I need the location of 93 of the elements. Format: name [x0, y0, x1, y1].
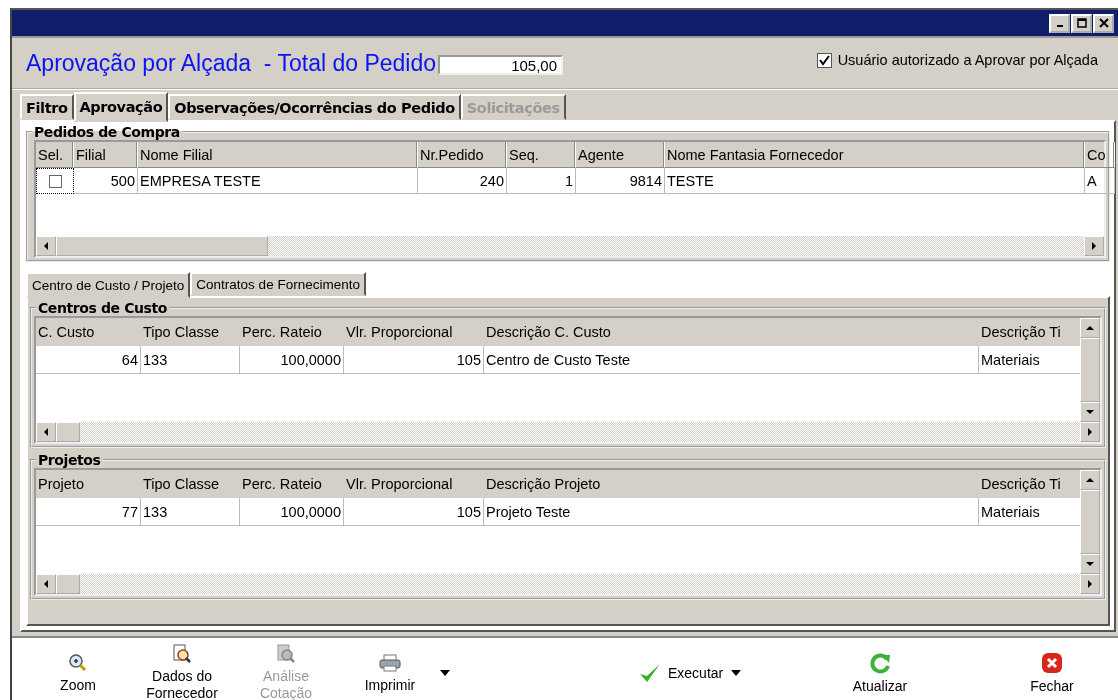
- column-header[interactable]: Tipo Classe: [141, 318, 240, 346]
- page-title: Aprovação por Alçada - Total do Pedido: [26, 49, 436, 77]
- scrollbar-thumb[interactable]: [1080, 490, 1100, 554]
- printer-icon: [379, 652, 401, 673]
- tab[interactable]: Aprovação: [73, 92, 169, 122]
- table-cell: EMPRESA TESTE: [138, 168, 418, 194]
- minimize-button[interactable]: [1049, 13, 1070, 33]
- right-arrow-icon: [1091, 242, 1097, 250]
- document-magnifier-icon: [276, 644, 296, 664]
- table-cell: Projeto Teste: [484, 498, 979, 526]
- dropdown-button[interactable]: [438, 668, 452, 678]
- column-header[interactable]: Vlr. Proporcional: [344, 470, 484, 498]
- magnifier-icon: [68, 652, 88, 673]
- column-header[interactable]: Tipo Classe: [141, 470, 240, 498]
- column-header[interactable]: Nr.Pedido: [418, 142, 507, 168]
- toolbar-button[interactable]: Atualizar: [834, 649, 926, 697]
- minimize-icon: [1056, 25, 1063, 27]
- column-header[interactable]: Descrição Ti: [979, 318, 1080, 346]
- column-header[interactable]: Descrição Projeto: [484, 470, 979, 498]
- group-title: Pedidos de Compra: [33, 124, 181, 140]
- close-icon: [1098, 18, 1109, 28]
- vertical-scrollbar[interactable]: [1080, 318, 1100, 422]
- column-header[interactable]: Nome Filial: [138, 142, 418, 168]
- horizontal-scrollbar[interactable]: [36, 574, 1100, 594]
- table-cell: 77: [36, 498, 141, 526]
- maximize-button[interactable]: [1071, 13, 1092, 33]
- down-arrow-icon: [1086, 409, 1094, 415]
- checkmark-icon: [638, 662, 662, 684]
- tab[interactable]: Centro de Custo / Projeto: [26, 272, 191, 298]
- scrollbar-thumb[interactable]: [56, 574, 80, 594]
- row-checkbox[interactable]: [48, 174, 62, 188]
- table-cell: 105: [344, 346, 484, 374]
- column-header[interactable]: Sel.: [36, 142, 74, 168]
- table-cell: 133: [141, 346, 240, 374]
- left-arrow-icon: [43, 242, 49, 250]
- group-title: Projetos: [37, 452, 102, 468]
- total-field[interactable]: 105,00: [438, 55, 563, 75]
- table-cell: TESTE: [665, 168, 1085, 194]
- close-icon: [1041, 651, 1063, 674]
- tab[interactable]: Filtro: [20, 94, 74, 120]
- vertical-scrollbar[interactable]: [1080, 470, 1100, 574]
- column-header[interactable]: Seq.: [507, 142, 576, 168]
- refresh-icon: [869, 651, 891, 674]
- table-cell: 64: [36, 346, 141, 374]
- column-header[interactable]: Descrição Ti: [979, 470, 1080, 498]
- column-header[interactable]: Projeto: [36, 470, 141, 498]
- table-cell: 1: [507, 168, 576, 194]
- close-button[interactable]: [1093, 13, 1114, 33]
- down-arrow-icon: [1086, 561, 1094, 567]
- horizontal-scrollbar[interactable]: [36, 236, 1104, 256]
- caret-icon: [731, 670, 742, 676]
- column-header[interactable]: Descrição C. Custo: [484, 318, 979, 346]
- toolbar-button[interactable]: Dados do Fornecedor: [136, 642, 228, 700]
- column-header[interactable]: Agente: [576, 142, 665, 168]
- right-arrow-icon: [1087, 580, 1093, 588]
- table-cell: 100,0000: [240, 498, 344, 526]
- checkbox-label: Usuário autorizado a Aprovar por Alçada: [837, 52, 1098, 68]
- tab[interactable]: Contratos de Fornecimento: [190, 272, 366, 296]
- toolbar-button[interactable]: Fechar: [1006, 649, 1098, 697]
- table-cell: 100,0000: [240, 346, 344, 374]
- table-cell: 105: [344, 498, 484, 526]
- table-cell: A: [1085, 168, 1115, 194]
- column-header[interactable]: C. Custo: [36, 318, 141, 346]
- column-header[interactable]: Co: [1085, 142, 1115, 168]
- column-header[interactable]: Vlr. Proporcional: [344, 318, 484, 346]
- toolbar-button[interactable]: Imprimir: [344, 650, 436, 696]
- table-cell: 133: [141, 498, 240, 526]
- scrollbar-thumb[interactable]: [56, 422, 80, 442]
- maximize-icon: [1076, 18, 1087, 28]
- table-cell: 9814: [576, 168, 665, 194]
- caret-icon: [440, 670, 450, 676]
- left-arrow-icon: [43, 580, 49, 588]
- table-cell: 240: [418, 168, 507, 194]
- horizontal-scrollbar[interactable]: [36, 422, 1100, 442]
- toolbar-button[interactable]: Zoom: [32, 650, 124, 696]
- authorized-checkbox[interactable]: [816, 52, 832, 68]
- document-magnifier-icon: [172, 644, 192, 664]
- right-arrow-icon: [1087, 428, 1093, 436]
- up-arrow-icon: [1086, 325, 1094, 331]
- column-header[interactable]: Perc. Rateio: [240, 470, 344, 498]
- column-header[interactable]: Nome Fantasia Fornecedor: [665, 142, 1085, 168]
- up-arrow-icon: [1086, 477, 1094, 483]
- toolbar-button[interactable]: Executar: [632, 660, 730, 686]
- column-header[interactable]: Perc. Rateio: [240, 318, 344, 346]
- group-title: Centros de Custo: [37, 300, 169, 316]
- table-cell: 500: [74, 168, 138, 194]
- left-arrow-icon: [43, 428, 49, 436]
- tab[interactable]: Observações/Ocorrências do Pedido: [168, 94, 461, 120]
- dropdown-button[interactable]: [729, 668, 744, 678]
- column-header[interactable]: Filial: [74, 142, 138, 168]
- scrollbar-thumb[interactable]: [1080, 338, 1100, 402]
- scrollbar-thumb[interactable]: [56, 236, 268, 256]
- table-cell: Centro de Custo Teste: [484, 346, 979, 374]
